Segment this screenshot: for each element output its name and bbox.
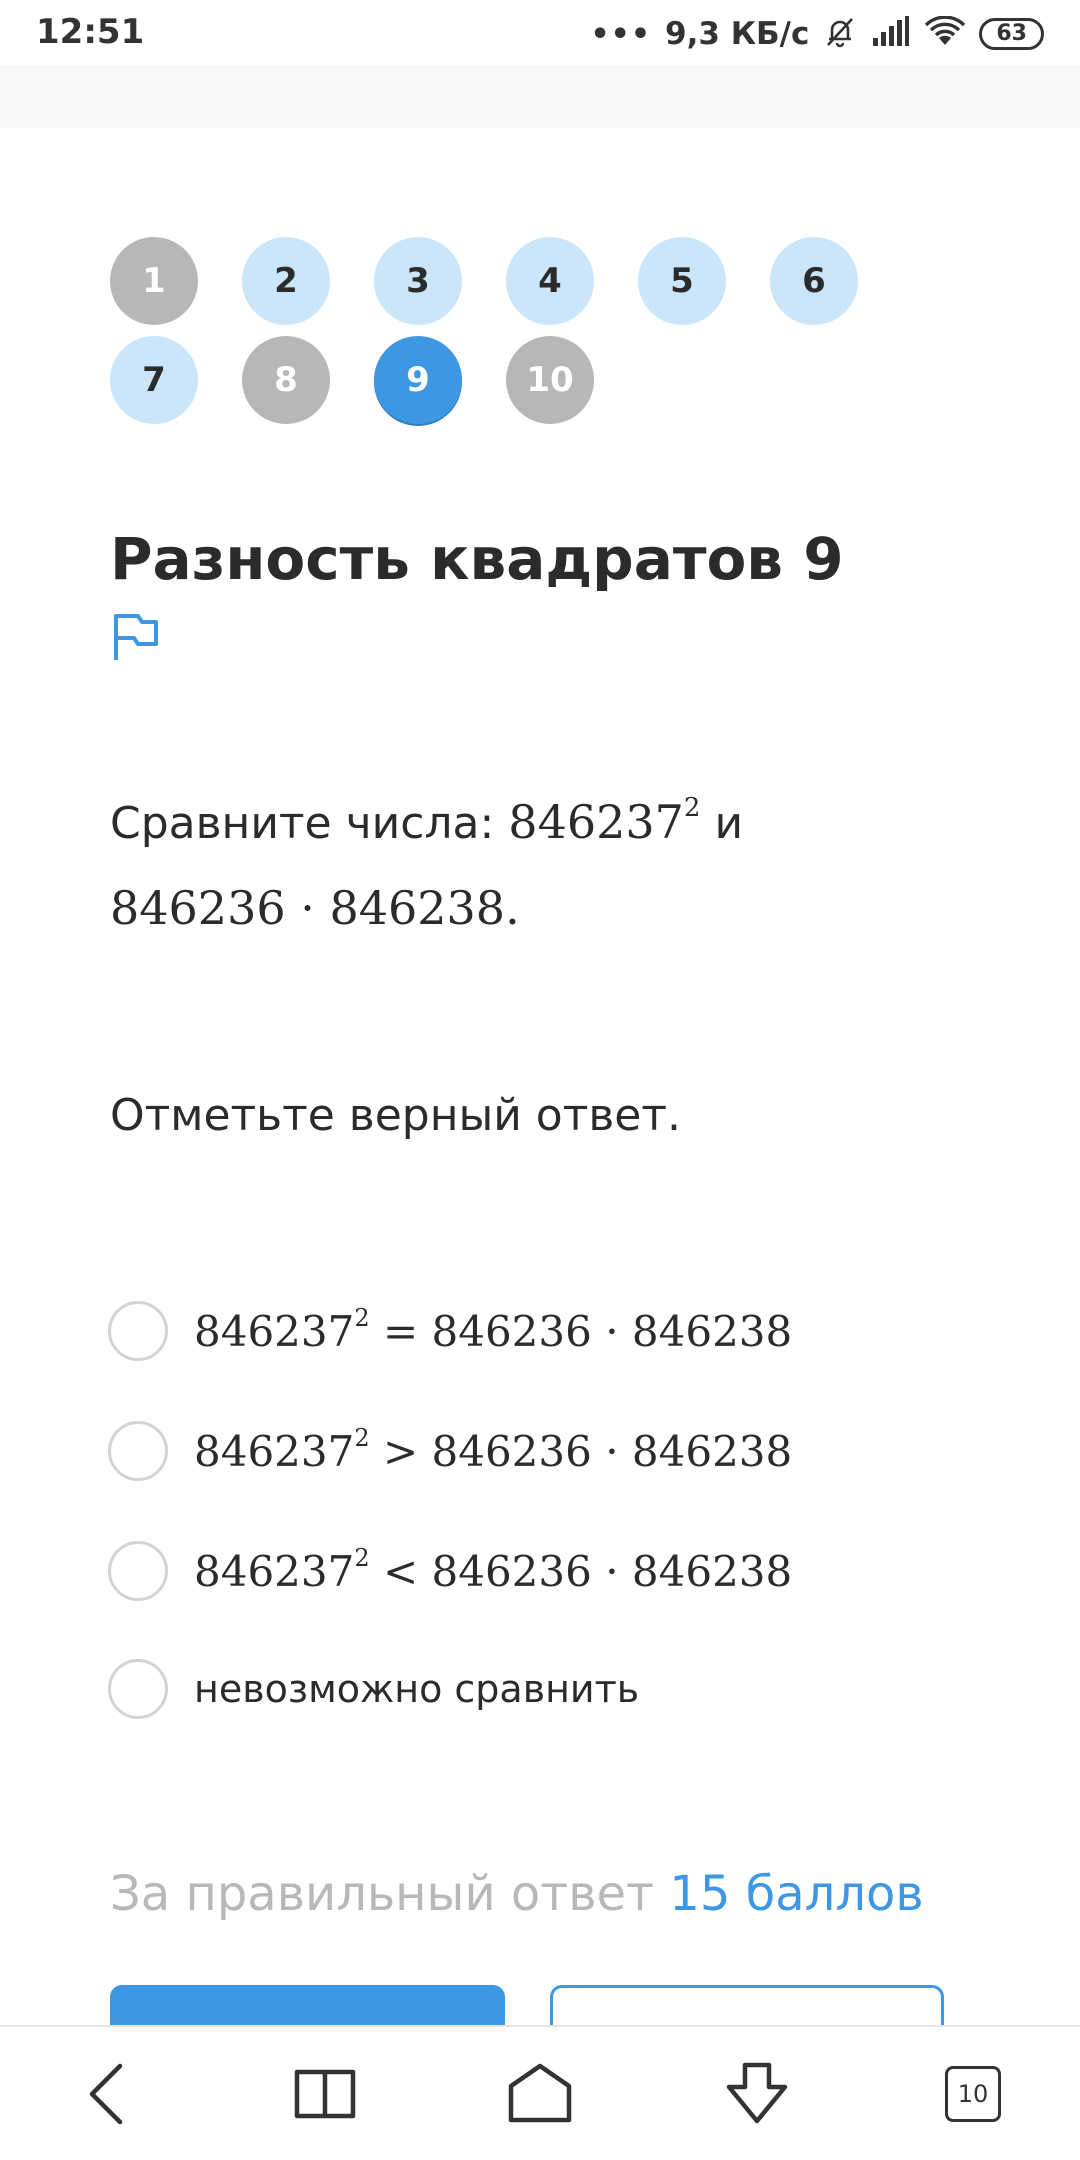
task-pill-2[interactable]: 2 (242, 237, 330, 325)
answer-option-4[interactable]: невозможно сравнить (108, 1656, 639, 1722)
question-text: Сравните числа: 8462372 и 846236 · 84623… (110, 780, 1010, 952)
status-icons: ••• 9,3 КБ/с 63 (590, 12, 1044, 56)
points-value: 15 баллов (669, 1866, 924, 1922)
points-prefix: За правильный ответ (110, 1866, 655, 1922)
signal-icon (871, 16, 911, 52)
task-pill-7[interactable]: 7 (110, 336, 198, 424)
wifi-icon (925, 15, 966, 52)
option-label: 8462372 < 846236 · 846238 (194, 1543, 793, 1596)
task-pill-4[interactable]: 4 (506, 237, 594, 325)
radio-button[interactable] (108, 1541, 168, 1601)
option-label: невозможно сравнить (194, 1667, 640, 1711)
option-label: 8462372 = 846236 · 846238 (194, 1303, 793, 1356)
answer-option-1[interactable]: 8462372 = 846236 · 846238 (108, 1298, 792, 1364)
task-pill-3[interactable]: 3 (374, 237, 462, 325)
tabs-button[interactable]: 10 (928, 2049, 1018, 2139)
task-title: Разность квадратов 9 (110, 525, 844, 593)
home-icon[interactable] (495, 2049, 585, 2139)
back-icon[interactable] (62, 2049, 152, 2139)
tabs-count: 10 (945, 2066, 1001, 2122)
answer-option-2[interactable]: 8462372 > 846236 · 846238 (108, 1418, 792, 1484)
task-pill-9[interactable]: 9 (374, 336, 462, 424)
header-band (0, 66, 1080, 128)
download-icon[interactable] (712, 2049, 802, 2139)
question-prefix: Сравните числа: (110, 798, 495, 849)
muted-bell-icon (823, 15, 857, 53)
task-pill-1[interactable]: 1 (110, 237, 198, 325)
instruction-text: Отметьте верный ответ. (110, 1090, 681, 1141)
radio-button[interactable] (108, 1301, 168, 1361)
browser-bottom-nav: 10 (0, 2025, 1080, 2160)
answer-option-3[interactable]: 8462372 < 846236 · 846238 (108, 1538, 792, 1604)
radio-button[interactable] (108, 1659, 168, 1719)
radio-button[interactable] (108, 1421, 168, 1481)
option-label: 8462372 > 846236 · 846238 (194, 1423, 793, 1476)
points-info: За правильный ответ 15 баллов (110, 1866, 924, 1922)
question-number: 8462372 (508, 793, 701, 849)
task-pill-5[interactable]: 5 (638, 237, 726, 325)
question-product: 846236 · 846238. (110, 881, 520, 935)
task-pill-8[interactable]: 8 (242, 336, 330, 424)
notification-dots: ••• (590, 16, 651, 52)
task-pill-10[interactable]: 10 (506, 336, 594, 424)
flag-icon[interactable] (112, 612, 160, 662)
task-pill-6[interactable]: 6 (770, 237, 858, 325)
question-and: и (714, 798, 744, 849)
network-speed: 9,3 КБ/с (665, 16, 810, 52)
battery-indicator: 63 (979, 18, 1044, 50)
status-time: 12:51 (36, 12, 145, 52)
status-bar: 12:51 ••• 9,3 КБ/с 63 (0, 0, 1080, 66)
book-icon[interactable] (280, 2049, 370, 2139)
